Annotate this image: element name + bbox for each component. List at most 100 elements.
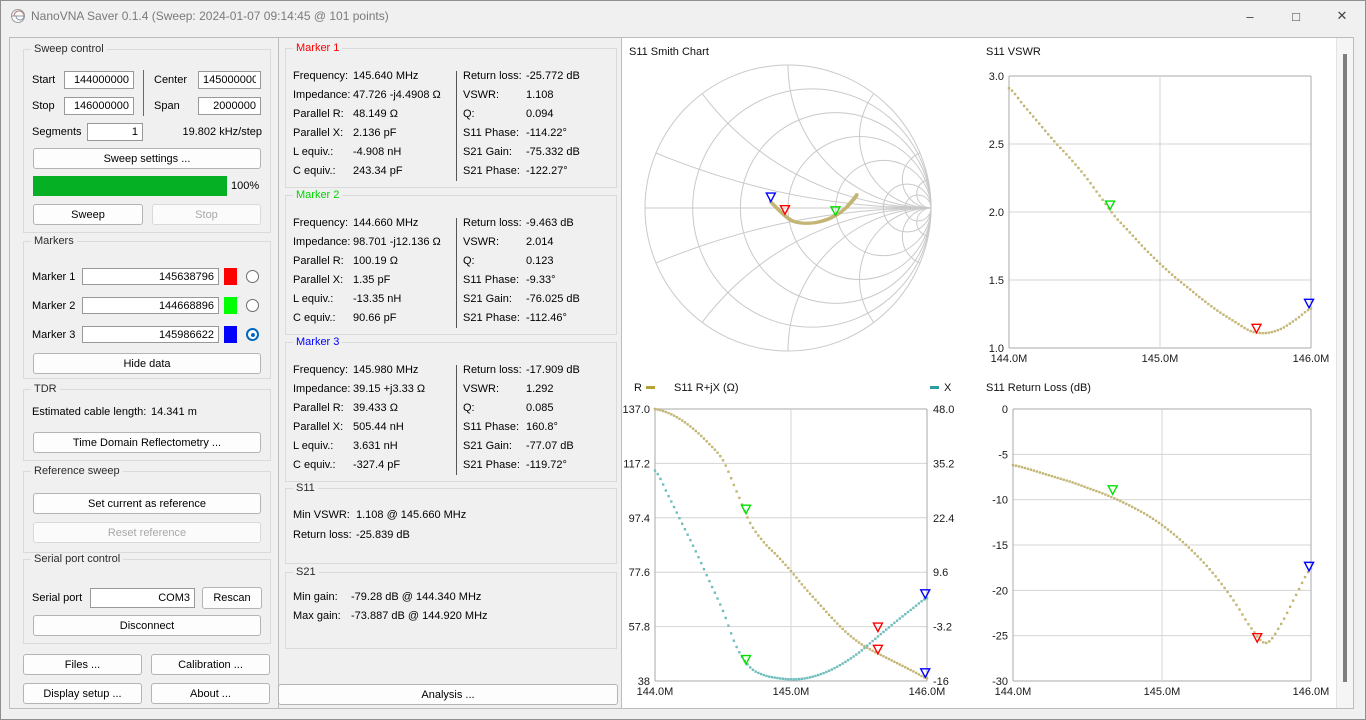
start-input[interactable]	[64, 71, 134, 89]
marker-field-value: -25.772 dB	[526, 70, 580, 82]
marker-field-value: -119.72°	[526, 459, 567, 471]
svg-text:144.0M: 144.0M	[991, 353, 1028, 365]
s21-row-value: -73.887 dB @ 144.920 MHz	[351, 610, 488, 622]
marker-field-label: S11 Phase:	[463, 127, 520, 139]
marker-field-label: S21 Phase:	[463, 459, 520, 471]
close-button[interactable]: ✕	[1319, 1, 1365, 31]
title-bar[interactable]: NanoVNA Saver 0.1.4 (Sweep: 2024-01-07 0…	[1, 1, 1365, 31]
s11-row-value: -25.839 dB	[356, 529, 410, 541]
svg-text:117.2: 117.2	[623, 458, 650, 470]
svg-text:48.0: 48.0	[933, 404, 954, 416]
serial-port-input[interactable]	[90, 588, 195, 608]
marker-field-value: -75.332 dB	[526, 146, 580, 158]
marker-field-value: 144.660 MHz	[353, 217, 419, 229]
svg-text:146.0M: 146.0M	[1293, 686, 1330, 698]
marker-field-value: 47.726 -j4.4908 Ω	[353, 89, 441, 101]
svg-text:146.0M: 146.0M	[1293, 353, 1330, 365]
marker-field-label: S21 Phase:	[463, 165, 520, 177]
marker-field-label: Return loss:	[463, 364, 522, 376]
segments-input[interactable]	[87, 123, 143, 141]
s11-row-label: Min VSWR:	[293, 509, 350, 521]
marker-color-swatch[interactable]	[224, 268, 237, 285]
app-window: NanoVNA Saver 0.1.4 (Sweep: 2024-01-07 0…	[0, 0, 1366, 720]
marker-frequency-input[interactable]	[82, 297, 219, 314]
svg-text:145.0M: 145.0M	[1142, 353, 1179, 365]
s21-row-label: Max gain:	[293, 610, 341, 622]
marker-field-label: VSWR:	[463, 236, 500, 248]
smith-plot	[644, 64, 932, 352]
minimize-button[interactable]: –	[1227, 1, 1273, 31]
marker-field-label: VSWR:	[463, 383, 500, 395]
marker-field-value: -9.33°	[526, 274, 556, 286]
marker-field-label: C equiv.:	[293, 165, 336, 177]
marker-frequency-input[interactable]	[82, 268, 219, 285]
files-button[interactable]: Files ...	[23, 654, 142, 675]
stop-input[interactable]	[64, 97, 134, 115]
s11-row-value: 1.108 @ 145.660 MHz	[356, 509, 467, 521]
center-label: Center	[154, 74, 188, 86]
step-info: 19.802 kHz/step	[182, 126, 263, 138]
marker-field-value: 90.66 pF	[353, 312, 397, 324]
marker-field-label: Parallel X:	[293, 274, 344, 286]
svg-text:3.0: 3.0	[989, 71, 1004, 83]
svg-text:0: 0	[1002, 404, 1008, 416]
maximize-button[interactable]: □	[1273, 1, 1319, 31]
app-icon	[11, 9, 25, 23]
center-input[interactable]	[198, 71, 261, 89]
stop-button[interactable]: Stop	[152, 204, 261, 225]
return-loss-chart[interactable]: S11 Return Loss (dB) 0 -5 -10 -15 -20 -25 -30 1…	[967, 374, 1337, 710]
marker-triangle	[765, 192, 777, 204]
marker-color-swatch[interactable]	[224, 297, 237, 314]
sweep-button[interactable]: Sweep	[33, 204, 143, 225]
middle-panel: Marker 1 Frequency: 145.640 MHz Impedance: 4…	[278, 37, 622, 709]
rx-chart[interactable]: R S11 R+jX (Ω) X 137.0 48.0 117.2 35.2 97.4 2…	[622, 374, 967, 710]
marker-field-label: Q:	[463, 402, 475, 414]
charts-scrollbar-thumb[interactable]	[1343, 54, 1347, 682]
svg-text:-20: -20	[992, 585, 1008, 597]
marker-field-value: 145.640 MHz	[353, 70, 419, 82]
marker-field-label: Impedance:	[293, 89, 351, 101]
tdr-button[interactable]: Time Domain Reflectometry ...	[33, 432, 261, 453]
disconnect-button[interactable]: Disconnect	[33, 615, 261, 636]
svg-text:2.5: 2.5	[989, 139, 1004, 151]
set-reference-button[interactable]: Set current as reference	[33, 493, 261, 514]
span-input[interactable]	[198, 97, 261, 115]
svg-text:-3.2: -3.2	[933, 622, 952, 634]
s21-row-label: Min gain:	[293, 591, 338, 603]
marker-select-radio[interactable]	[246, 328, 259, 341]
sweep-divider	[143, 70, 144, 116]
marker-select-radio[interactable]	[246, 270, 259, 283]
marker-color-swatch[interactable]	[224, 326, 237, 343]
hide-data-button[interactable]: Hide data	[33, 353, 261, 374]
sweep-progress-bar	[33, 176, 227, 196]
marker-triangle	[1303, 298, 1315, 310]
segments-label: Segments	[32, 126, 82, 138]
charts-scrollbar[interactable]	[1336, 38, 1353, 708]
svg-text:-15: -15	[992, 540, 1008, 552]
marker-field-label: Frequency:	[293, 217, 349, 229]
about-button[interactable]: About ...	[151, 683, 270, 704]
reset-reference-button[interactable]: Reset reference	[33, 522, 261, 543]
marker-field-label: S21 Phase:	[463, 312, 520, 324]
sweep-settings-button[interactable]: Sweep settings ...	[33, 148, 261, 169]
analysis-button[interactable]: Analysis ...	[278, 684, 618, 705]
marker-field-label: Impedance:	[293, 383, 351, 395]
rescan-button[interactable]: Rescan	[202, 587, 262, 609]
marker-field-label: L equiv.:	[293, 293, 334, 305]
marker-field-value: 3.631 nH	[353, 440, 398, 452]
marker-field-value: -4.908 nH	[353, 146, 402, 158]
marker-field-value: 1.292	[526, 383, 554, 395]
marker-frequency-input[interactable]	[82, 326, 219, 343]
marker-field-label: Parallel R:	[293, 402, 344, 414]
smith-chart[interactable]: S11 Smith Chart	[622, 38, 967, 374]
display-setup-button[interactable]: Display setup ...	[23, 683, 142, 704]
marker-field-value: 505.44 nH	[353, 421, 404, 433]
marker-field-value: -17.909 dB	[526, 364, 580, 376]
calibration-button[interactable]: Calibration ...	[151, 654, 270, 675]
s21-row-value: -79.28 dB @ 144.340 MHz	[351, 591, 482, 603]
s21-title: S21	[293, 566, 319, 578]
marker-select-radio[interactable]	[246, 299, 259, 312]
markers-title: Markers	[31, 235, 77, 247]
vswr-chart[interactable]: S11 VSWR 3.0 2.5 2.0 1.5 1.0 144.0M 145.0M 146.…	[967, 38, 1337, 374]
marker-triangle	[1107, 485, 1119, 496]
